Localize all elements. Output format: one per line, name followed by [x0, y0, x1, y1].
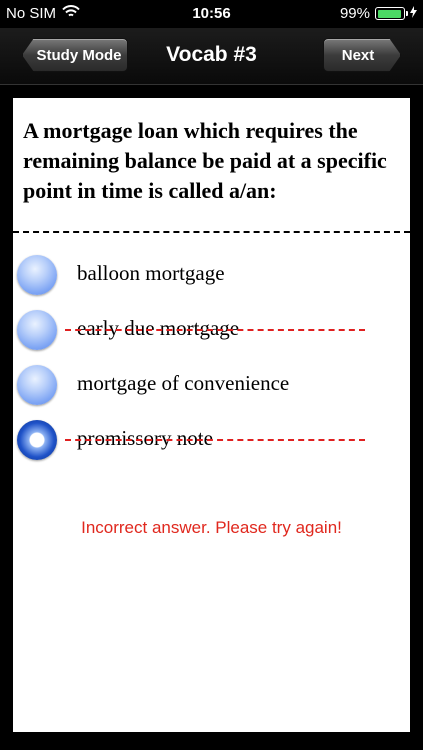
feedback-message: Incorrect answer. Please try again!	[81, 518, 342, 537]
answer-option[interactable]: mortgage of convenience	[13, 365, 410, 409]
radio-button[interactable]	[17, 255, 57, 295]
question-text: A mortgage loan which requires the remai…	[23, 118, 387, 203]
radio-button[interactable]	[17, 365, 57, 405]
answer-label: mortgage of convenience	[77, 371, 290, 395]
charging-icon	[410, 5, 417, 22]
battery-icon	[375, 7, 408, 20]
battery-percent: 99%	[339, 5, 370, 22]
answer-option[interactable]: balloon mortgage	[13, 255, 410, 299]
answer-option[interactable]: early due mortgage	[13, 310, 410, 354]
status-bar: No SIM 10:56 99%	[0, 0, 423, 28]
battery-fill	[377, 9, 402, 18]
answer-label: balloon mortgage	[77, 261, 225, 285]
status-right: 99%	[340, 5, 417, 22]
strikethrough-line	[65, 439, 365, 441]
next-button[interactable]: Next	[323, 38, 401, 72]
navigation-bar: Study Mode Vocab #3 Next	[0, 28, 423, 85]
dashed-divider	[13, 231, 410, 233]
question-card: A mortgage loan which requires the remai…	[13, 98, 410, 732]
radio-button[interactable]	[17, 420, 57, 460]
radio-button[interactable]	[17, 310, 57, 350]
answer-option[interactable]: promissory note	[13, 420, 410, 464]
strikethrough-line	[65, 329, 365, 331]
